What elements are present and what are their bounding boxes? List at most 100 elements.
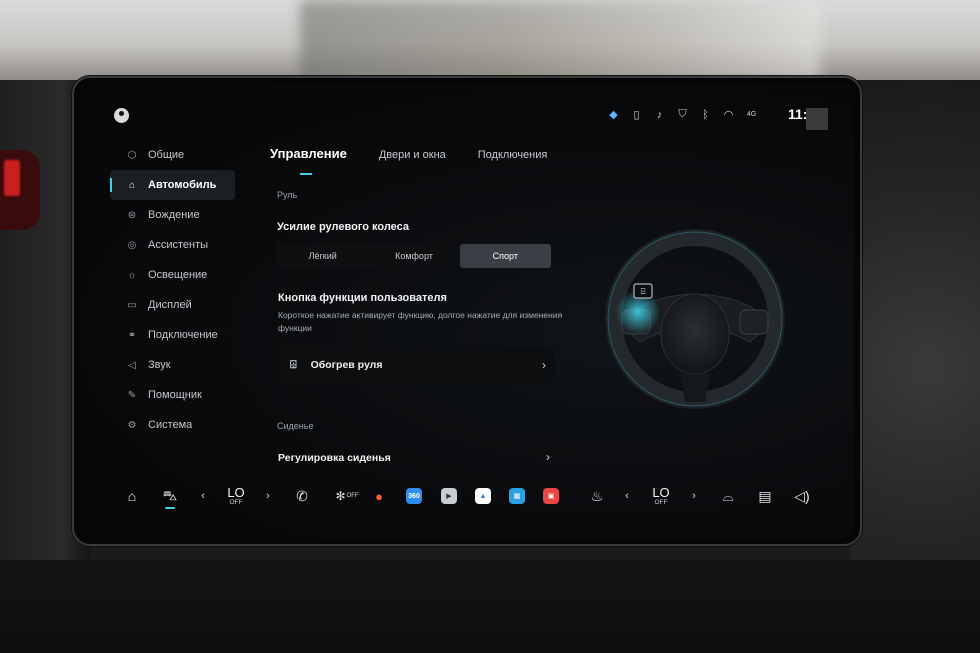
shield-icon: ⛉ (678, 108, 687, 120)
active-indicator (165, 507, 175, 509)
sidebar-item-label: Звук (148, 359, 171, 371)
left-fan-state: OFF (229, 498, 243, 506)
media-app[interactable]: ▶ (440, 476, 458, 516)
volume-button[interactable]: ◁) (792, 476, 812, 516)
seat-adjust-row[interactable]: Регулировка сиденья › (278, 450, 554, 470)
home-button[interactable]: ⌂ (122, 476, 142, 516)
section-seat: Сиденье (277, 421, 314, 431)
sidebar-item-sound[interactable]: ◁ Звук (110, 350, 235, 380)
svg-text:⌹: ⌹ (641, 287, 646, 296)
sidebar-item-label: Ассистенты (148, 239, 209, 251)
sidebar-item-label: Общие (148, 149, 185, 161)
custom-button-description: Короткое нажатие активирует функцию, дол… (278, 310, 563, 333)
sidebar-item-label: Освещение (148, 269, 208, 281)
left-climate[interactable]: LO OFF (220, 476, 252, 516)
front-defrost-icon: ⌓ (722, 487, 734, 504)
steering-wheel-illustration: ⌹ (600, 224, 790, 414)
chevron-right-icon: › (266, 490, 270, 502)
steering-mode-selector: Лёгкий Комфорт Спорт (277, 244, 551, 268)
custom-button-title: Кнопка функции пользователя (278, 292, 447, 304)
left-temp-up[interactable]: › (261, 476, 275, 516)
camera-360-icon: 360 (406, 488, 422, 504)
fan-button[interactable]: ✻ OFF (334, 476, 360, 516)
radio-app[interactable]: ▣ (542, 476, 560, 516)
vehicle-button[interactable]: ⛍ (158, 476, 182, 516)
infotainment-screen: ◆ ▯ ♪ ⛉ ᛒ ◠ 4G 11: ⬡ Общие ⌂ Автомобиль … (80, 84, 854, 538)
assist-icon: ◎ (127, 239, 137, 251)
clock: 11: (788, 106, 808, 122)
phone-button[interactable]: ✆ (292, 476, 312, 516)
apps-launcher[interactable]: ▦ (508, 476, 526, 516)
sidebar-item-label: Автомобиль (148, 179, 217, 191)
tab-bar: Управление Двери и окна Подключения (270, 146, 548, 175)
radio-icon: ▣ (543, 488, 559, 504)
rear-defrost-icon: ▤ (758, 487, 772, 504)
sidebar-item-label: Вождение (148, 209, 200, 221)
sidebar-item-connection[interactable]: ⚭ Подключение (110, 320, 235, 350)
sidebar-item-lighting[interactable]: ☼ Освещение (110, 260, 235, 290)
navigation-app[interactable]: ● (371, 476, 387, 516)
right-climate[interactable]: LO OFF (645, 476, 677, 516)
right-temp-up[interactable]: › (687, 476, 701, 516)
sidebar-item-label: Подключение (148, 329, 218, 341)
steering-mode-sport[interactable]: Спорт (459, 244, 551, 268)
right-fan-state: OFF (654, 498, 668, 506)
home-icon: ⌂ (127, 488, 137, 504)
sidebar-item-label: Дисплей (148, 299, 192, 311)
gear-icon: ⚙ (127, 419, 137, 431)
custom-button-function-row[interactable]: ⌹ Обогрев руля › (278, 347, 554, 383)
bell-icon: ♪ (656, 108, 663, 121)
chevron-right-icon: › (542, 358, 546, 372)
sidebar-item-system[interactable]: ⚙ Система (110, 410, 235, 440)
steering-icon: ⊜ (127, 209, 137, 221)
settings-sidebar: ⬡ Общие ⌂ Автомобиль ⊜ Вождение ◎ Ассист… (110, 140, 235, 440)
sidebar-item-label: Система (148, 419, 193, 431)
sound-icon: ◁ (128, 359, 136, 371)
carlink-icon: ▲ (475, 488, 491, 504)
sidebar-item-general[interactable]: ⬡ Общие (110, 140, 235, 170)
sidebar-item-assistants[interactable]: ◎ Ассистенты (110, 230, 235, 260)
sidebar-item-vehicle[interactable]: ⌂ Автомобиль (110, 170, 235, 200)
cube-icon: ⬡ (127, 149, 137, 161)
right-temp-down[interactable]: ‹ (620, 476, 634, 516)
chevron-left-icon: ‹ (625, 490, 629, 502)
seat-heat-button[interactable]: ♨ (588, 476, 606, 516)
front-defrost-button[interactable]: ⌓ (718, 476, 738, 516)
vibrate-icon: ▯ (633, 109, 640, 121)
sidebar-item-label: Помощник (148, 389, 202, 401)
rear-defrost-button[interactable]: ▤ (755, 476, 775, 516)
sidebar-item-driving[interactable]: ⊜ Вождение (110, 200, 235, 230)
dashboard-bottom (0, 560, 980, 653)
sidebar-item-display[interactable]: ▭ Дисплей (110, 290, 235, 320)
tab-doors-windows[interactable]: Двери и окна (379, 149, 446, 169)
steering-mode-light[interactable]: Лёгкий (277, 244, 368, 268)
clock-redaction (806, 108, 828, 130)
camera-360-app[interactable]: 360 (405, 476, 423, 516)
display-icon: ▭ (127, 299, 137, 311)
fan-icon: ✻ (335, 489, 346, 503)
helper-icon: ✎ (127, 389, 137, 401)
apps-grid-icon: ▦ (509, 488, 525, 504)
fan-state: OFF (346, 493, 359, 499)
sidebar-item-helper[interactable]: ✎ Помощник (110, 380, 235, 410)
left-temp-down[interactable]: ‹ (196, 476, 210, 516)
car-icon: ⌂ (128, 179, 136, 191)
status-icons: ◆ ▯ ♪ ⛉ ᛒ ◠ 4G (608, 108, 757, 121)
chevron-left-icon: ‹ (201, 490, 205, 502)
hazard-light (4, 160, 20, 196)
right-temp-value: LO (652, 484, 670, 500)
section-steering: Руль (277, 190, 298, 200)
tab-control[interactable]: Управление (270, 146, 347, 175)
user-avatar[interactable] (114, 108, 129, 123)
carplay-app[interactable]: ▲ (474, 476, 492, 516)
steering-force-title: Усилие рулевого колеса (277, 221, 409, 233)
tab-connections[interactable]: Подключения (478, 149, 548, 169)
map-pin-icon: ● (375, 488, 383, 504)
heated-wheel-icon: ⌹ (290, 358, 297, 371)
link-icon: ⚭ (127, 329, 137, 341)
steering-mode-comfort[interactable]: Комфорт (368, 244, 459, 268)
car-icon: ⛍ (162, 486, 178, 503)
wifi-icon: ◠ (723, 109, 734, 121)
chevron-right-icon: › (692, 490, 696, 502)
cellular-icon: 4G (746, 111, 757, 118)
